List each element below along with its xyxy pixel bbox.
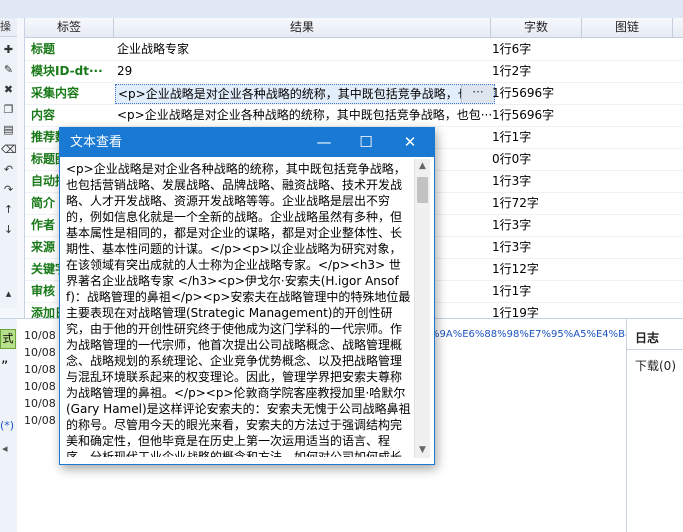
- dialog-titlebar[interactable]: 文本查看 — ☐ ✕: [60, 128, 434, 157]
- table-row[interactable]: 内容 <p>企业战略是对企业各种战略的统称，其中既包括竞争战略，也包··· 1行56…: [25, 104, 683, 127]
- star-hint: (*): [0, 419, 15, 432]
- scroll-down-icon[interactable]: ▼: [415, 443, 430, 458]
- delete-icon[interactable]: ✖: [1, 82, 16, 97]
- text-view-dialog: 文本查看 — ☐ ✕ <p>企业战略是对企业各种战略的统称，其中既包括竞争战略，…: [59, 127, 435, 465]
- row-count: 1行3字: [492, 240, 532, 254]
- vertical-scrollbar[interactable]: ▲ ▼: [414, 159, 430, 458]
- expand-text-button[interactable]: ···: [461, 85, 494, 103]
- paste-icon[interactable]: ▤: [1, 122, 16, 137]
- dialog-title: 文本查看: [70, 135, 123, 150]
- header-result[interactable]: 结果: [114, 18, 491, 37]
- trash-icon[interactable]: ⌫: [1, 142, 17, 157]
- row-count: 1行6字: [492, 42, 532, 56]
- maximize-icon[interactable]: ☐: [344, 128, 388, 157]
- divider: [627, 349, 683, 350]
- row-result-text: <p>企业战略是对企业各种战略的统称，其中既包括竞争战略，也包···: [117, 108, 493, 122]
- top-strip: [0, 0, 683, 18]
- table-row[interactable]: 采集内容 <p>企业战略是对企业各种战略的统称，其中既包括竞争战略，也包 ··· 1行…: [25, 82, 683, 105]
- log-panel: 日志 下载(0): [626, 319, 683, 532]
- row-result[interactable]: 29: [115, 62, 493, 80]
- move-down-icon[interactable]: ↓: [1, 222, 16, 237]
- header-tag[interactable]: 标签: [25, 18, 114, 37]
- op-header: 操作: [0, 18, 17, 37]
- dialog-text-content[interactable]: <p>企业战略是对企业各种战略的统称，其中既包括竞争战略，也包括营销战略、发展战…: [66, 161, 412, 457]
- table-header: 标签 结果 字数 图链: [25, 18, 683, 38]
- row-count: 1行12字: [492, 262, 539, 276]
- redo-icon[interactable]: ↷: [1, 182, 16, 197]
- row-tag: 模块ID-dt···: [31, 64, 103, 78]
- download-count[interactable]: 下载(0): [635, 357, 676, 374]
- left-toolbar: ✚ ✎ ✖ ❐ ▤ ⌫ ↶ ↷ ↑ ↓ ▴: [0, 18, 17, 308]
- edit-icon[interactable]: ✎: [1, 62, 16, 77]
- bottom-toolbar: 式 ” (*) ◂: [0, 319, 17, 532]
- scroll-up-icon[interactable]: ▲: [415, 159, 430, 174]
- row-count: 1行72字: [492, 196, 539, 210]
- row-result[interactable]: <p>企业战略是对企业各种战略的统称，其中既包括竞争战略，也包···: [115, 106, 493, 124]
- scroll-thumb[interactable]: [417, 177, 428, 203]
- close-icon[interactable]: ✕: [388, 128, 432, 157]
- row-count: 1行5696字: [492, 108, 555, 122]
- collapse-icon[interactable]: ◂: [2, 442, 8, 455]
- undo-icon[interactable]: ↶: [1, 162, 16, 177]
- row-result-text: 29: [117, 64, 133, 78]
- add-icon[interactable]: ✚: [1, 42, 16, 57]
- row-result[interactable]: <p>企业战略是对企业各种战略的统称，其中既包括竞争战略，也包···: [115, 84, 495, 104]
- row-tag: 采集内容: [31, 86, 80, 100]
- header-count[interactable]: 字数: [491, 18, 582, 37]
- header-image-link[interactable]: 图链: [582, 18, 673, 37]
- row-tag: 内容: [31, 108, 56, 122]
- row-count: 1行2字: [492, 64, 532, 78]
- url-fragment: %9A%E6%88%98%E7%95%A5%E4%B8%93%E: [430, 329, 626, 340]
- row-count: 1行1字: [492, 284, 532, 298]
- table-row[interactable]: 模块ID-dt··· 29 1行2字: [25, 60, 683, 83]
- style-button[interactable]: 式: [0, 329, 16, 349]
- row-count: 1行5696字: [492, 86, 555, 100]
- minimize-icon[interactable]: —: [302, 128, 346, 157]
- row-count: 0行0字: [492, 152, 532, 166]
- table-row[interactable]: 标题 企业战略专家 1行6字: [25, 38, 683, 61]
- expand-icon[interactable]: ▴: [1, 286, 16, 301]
- row-tag: 标题: [31, 42, 56, 56]
- quote-icon[interactable]: ”: [1, 359, 8, 375]
- row-result-text: <p>企业战略是对企业各种战略的统称，其中既包括竞争战略，也包: [118, 87, 482, 101]
- log-title: 日志: [635, 331, 660, 345]
- row-count: 1行3字: [492, 218, 532, 232]
- row-result-text: 企业战略专家: [117, 42, 190, 56]
- move-up-icon[interactable]: ↑: [1, 202, 16, 217]
- row-count: 1行19字: [492, 306, 539, 318]
- row-count: 1行3字: [492, 174, 532, 188]
- row-count: 1行1字: [492, 130, 532, 144]
- row-result[interactable]: 企业战略专家: [115, 40, 493, 58]
- copy-icon[interactable]: ❐: [1, 102, 16, 117]
